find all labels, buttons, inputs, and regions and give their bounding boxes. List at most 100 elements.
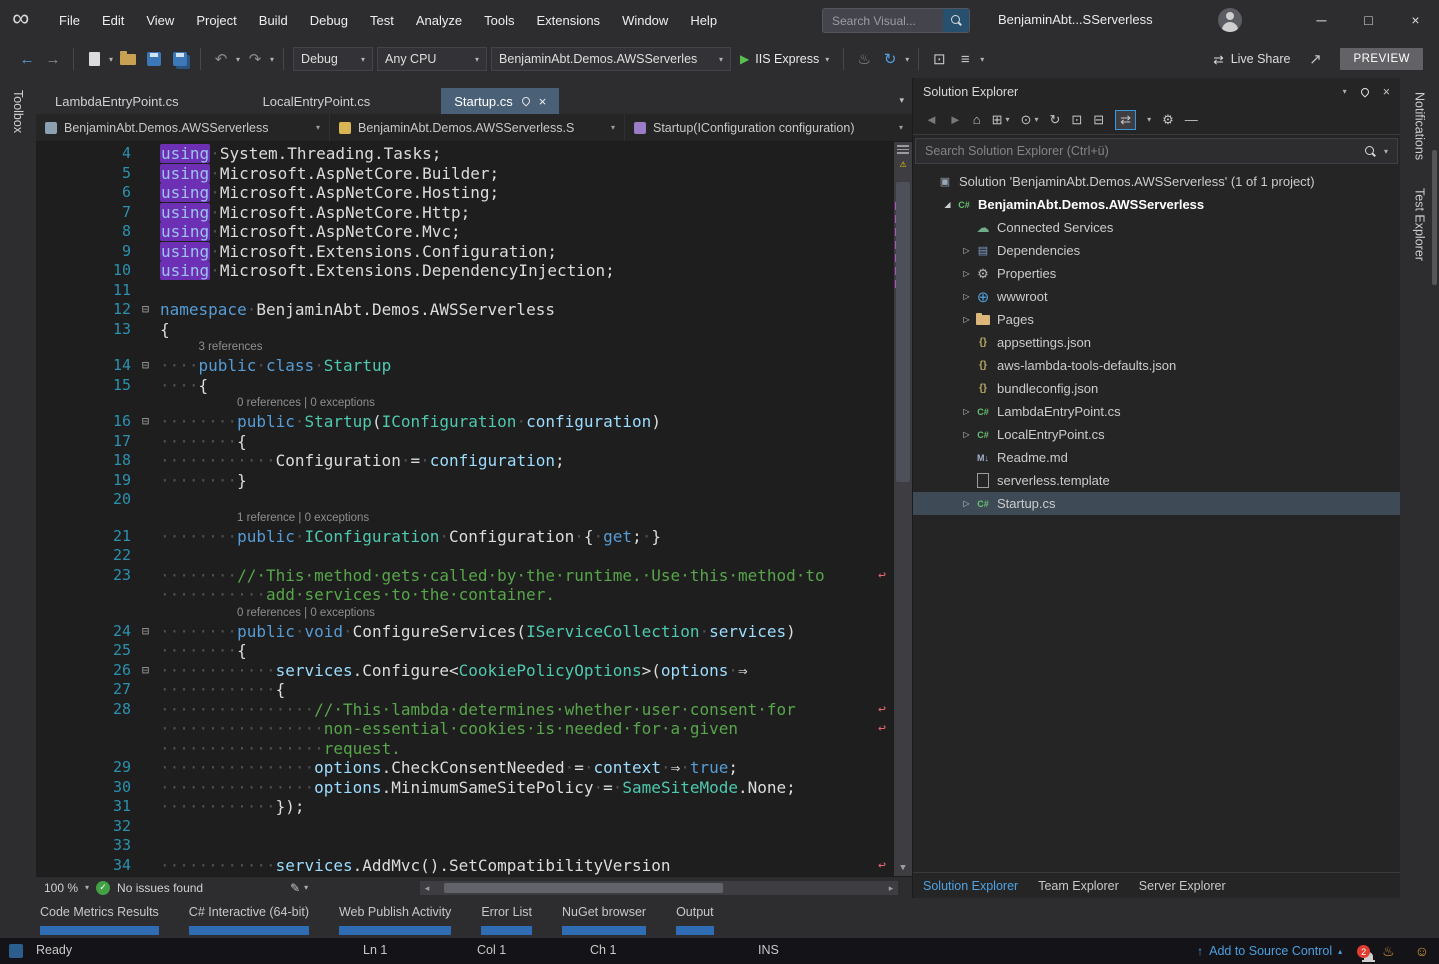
fold-collapse-icon[interactable]: ⊟	[131, 356, 160, 376]
new-file-icon[interactable]	[83, 46, 105, 72]
codelens-indicator[interactable]: 0 references | 0 exceptions	[237, 395, 894, 412]
menu-analyze[interactable]: Analyze	[405, 0, 473, 40]
maximize-button[interactable]: □	[1345, 0, 1392, 40]
horizontal-scrollbar-thumb[interactable]	[444, 883, 723, 893]
navigate-back-icon[interactable]: ←	[16, 46, 38, 72]
editor-horizontal-scrollbar[interactable]: ◂ ▸	[420, 881, 898, 895]
tool-tab-server-explorer[interactable]: Server Explorer	[1129, 879, 1236, 893]
edge-scrollbar-thumb[interactable]	[1432, 150, 1437, 285]
undo-dropdown-icon[interactable]: ▾	[236, 55, 240, 64]
tree-item-serverless-template[interactable]: serverless.template	[913, 469, 1400, 492]
expand-open-icon[interactable]: ◢	[940, 200, 955, 209]
codelens-indicator[interactable]: 3 references	[199, 339, 894, 356]
vertical-scrollbar-thumb[interactable]	[896, 182, 910, 482]
expand-closed-icon[interactable]: ▷	[959, 499, 974, 508]
redo-dropdown-icon[interactable]: ▾	[270, 55, 274, 64]
code-editor[interactable]: 4using·System.Threading.Tasks;5using·Mic…	[36, 142, 912, 876]
close-panel-icon[interactable]: ×	[1383, 85, 1390, 99]
se-show-all-files-icon[interactable]: ⊡	[1071, 112, 1082, 128]
se-back-icon[interactable]: ◄	[925, 112, 938, 127]
test-explorer-side-tab[interactable]: Test Explorer	[1413, 188, 1427, 261]
auto-hide-pin-icon[interactable]	[1359, 86, 1370, 97]
se-preview-selected-icon[interactable]: —	[1185, 112, 1198, 127]
menu-edit[interactable]: Edit	[91, 0, 135, 40]
fold-collapse-icon[interactable]: ⊟	[131, 300, 160, 320]
tree-item-localentrypoint-cs[interactable]: ▷LocalEntryPoint.cs	[913, 423, 1400, 446]
menu-test[interactable]: Test	[359, 0, 405, 40]
notifications-side-tab[interactable]: Notifications	[1413, 92, 1427, 160]
fold-collapse-icon[interactable]: ⊟	[131, 412, 160, 432]
tree-item-bundleconfig-json[interactable]: bundleconfig.json	[913, 377, 1400, 400]
zoom-dropdown-icon[interactable]: ▾	[85, 883, 89, 892]
panel-tab-c-interactive-64-bit[interactable]: C# Interactive (64-bit)	[189, 898, 309, 935]
toolbox-side-tab[interactable]: Toolbox	[11, 90, 25, 898]
breadcrumb-project[interactable]: BenjaminAbt.Demos.AWSServerless▾	[36, 114, 330, 141]
tree-item-solution-benjaminabt-demos-awsserverless-1-of-1-project[interactable]: Solution 'BenjaminAbt.Demos.AWSServerles…	[913, 170, 1400, 193]
se-refresh-icon[interactable]: ↻	[1049, 112, 1060, 128]
status-character[interactable]: Ch 1	[590, 943, 616, 957]
status-line[interactable]: Ln 1	[363, 943, 387, 957]
health-indicator-icon[interactable]: ✓	[96, 881, 110, 895]
window-position-dropdown-icon[interactable]: ▾	[1343, 87, 1347, 96]
tab-list-dropdown-icon[interactable]: ▾	[899, 95, 904, 106]
fold-collapse-icon[interactable]: ⊟	[131, 622, 160, 642]
zoom-level-dropdown[interactable]: 100 %	[44, 881, 78, 895]
editor-tab-startup-cs[interactable]: Startup.cs×	[441, 88, 559, 114]
scroll-right-icon[interactable]: ▸	[884, 883, 898, 894]
editor-tab-localentrypoint-cs[interactable]: LocalEntryPoint.cs	[250, 88, 384, 114]
feedback-smiley-icon[interactable]: ☺	[1415, 943, 1429, 959]
panel-tab-error-list[interactable]: Error List	[481, 898, 532, 935]
editor-splitter-grip[interactable]	[897, 145, 909, 155]
start-debugging-button[interactable]: ▶ IIS Express ▾	[735, 52, 834, 66]
live-share-button[interactable]: ⇄ Live Share	[1213, 52, 1290, 67]
menu-window[interactable]: Window	[611, 0, 679, 40]
tree-item-dependencies[interactable]: ▷Dependencies	[913, 239, 1400, 262]
tree-item-lambdaentrypoint-cs[interactable]: ▷LambdaEntryPoint.cs	[913, 400, 1400, 423]
tree-item-readme-md[interactable]: Readme.md	[913, 446, 1400, 469]
solution-platforms-dropdown[interactable]: Any CPU ▾	[377, 47, 487, 71]
fold-collapse-icon[interactable]: ⊟	[131, 661, 160, 681]
se-sync-with-active-document-icon[interactable]: ⇄	[1115, 110, 1136, 130]
minimize-button[interactable]: ─	[1298, 0, 1345, 40]
tool-tab-team-explorer[interactable]: Team Explorer	[1028, 879, 1129, 893]
list-members-dropdown-icon[interactable]: ▾	[980, 55, 984, 64]
open-file-icon[interactable]	[117, 46, 139, 72]
editor-tab-lambdaentrypoint-cs[interactable]: LambdaEntryPoint.cs	[42, 88, 192, 114]
search-icon[interactable]	[943, 9, 969, 32]
expand-closed-icon[interactable]: ▷	[959, 292, 974, 301]
menu-debug[interactable]: Debug	[299, 0, 359, 40]
menu-extensions[interactable]: Extensions	[525, 0, 611, 40]
tree-item-benjaminabt-demos-awsserverless[interactable]: ◢BenjaminAbt.Demos.AWSServerless	[913, 193, 1400, 216]
codelens-indicator[interactable]: 1 reference | 0 exceptions	[237, 510, 894, 527]
scroll-down-icon[interactable]: ▼	[894, 863, 912, 873]
tree-item-pages[interactable]: ▷Pages	[913, 308, 1400, 331]
menu-file[interactable]: File	[48, 0, 91, 40]
add-to-source-control-button[interactable]: ↑ Add to Source Control ▴	[1197, 944, 1342, 958]
panel-tab-output[interactable]: Output	[676, 898, 714, 935]
scroll-left-icon[interactable]: ◂	[420, 883, 434, 894]
menu-project[interactable]: Project	[185, 0, 247, 40]
find-in-files-icon[interactable]: ⊡	[928, 46, 950, 72]
breadcrumb-method[interactable]: Startup(IConfiguration configuration)▾	[625, 114, 912, 141]
se-search-icon[interactable]	[1365, 146, 1376, 157]
redo-icon[interactable]: ↷	[244, 46, 266, 72]
se-sync-dropdown-icon[interactable]: ▾	[1147, 115, 1151, 124]
refresh-dropdown-icon[interactable]: ▾	[905, 55, 909, 64]
status-column[interactable]: Col 1	[477, 943, 506, 957]
se-forward-icon[interactable]: ►	[949, 112, 962, 127]
tree-item-appsettings-json[interactable]: appsettings.json	[913, 331, 1400, 354]
hot-reload-icon[interactable]: ♨	[853, 46, 875, 72]
send-feedback-icon[interactable]: ↗	[1304, 46, 1326, 72]
se-home-icon[interactable]: ⌂	[973, 112, 981, 127]
menu-view[interactable]: View	[135, 0, 185, 40]
solution-configurations-dropdown[interactable]: Debug ▾	[293, 47, 373, 71]
panel-tab-web-publish-activity[interactable]: Web Publish Activity	[339, 898, 451, 935]
se-properties-icon[interactable]: ⚙	[1162, 112, 1174, 128]
list-members-icon[interactable]: ≡	[954, 46, 976, 72]
preview-button[interactable]: PREVIEW	[1340, 48, 1423, 70]
save-all-icon[interactable]	[169, 46, 191, 72]
expand-closed-icon[interactable]: ▷	[959, 430, 974, 439]
menu-build[interactable]: Build	[248, 0, 299, 40]
expand-closed-icon[interactable]: ▷	[959, 269, 974, 278]
breadcrumb-class[interactable]: BenjaminAbt.Demos.AWSServerless.S▾	[330, 114, 625, 141]
